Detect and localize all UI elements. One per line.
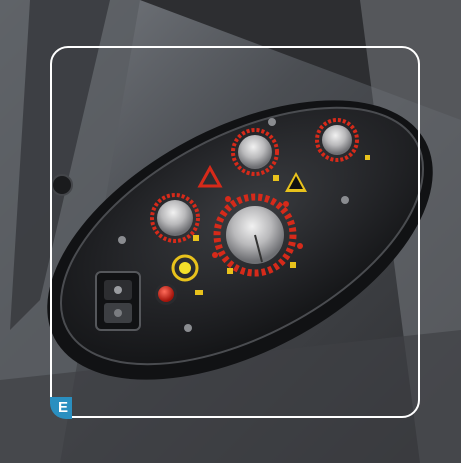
rocker-switch-icon[interactable] [95,271,141,331]
red-push-button-icon[interactable] [155,283,177,305]
knob-top-center-icon[interactable] [231,128,279,176]
machine-control-panel-photo [0,0,461,463]
photo-scene: E [0,0,461,463]
figure-marker-badge: E [50,397,72,419]
figure-marker-label: E [57,399,68,416]
